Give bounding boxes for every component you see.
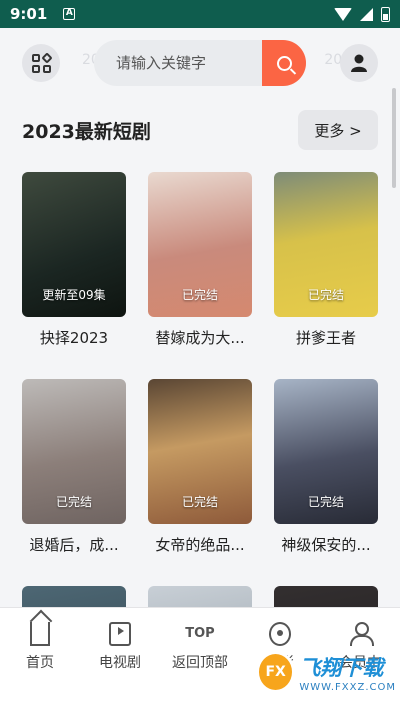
search-button[interactable] — [262, 40, 306, 86]
search-bar — [94, 40, 306, 86]
tab-home[interactable]: 首页 — [10, 622, 70, 672]
drama-title[interactable]: 替嫁成为大... — [148, 327, 252, 348]
category-grid-button[interactable] — [22, 44, 60, 82]
drama-card[interactable]: 已完结 女帝的绝品... — [148, 379, 252, 555]
drama-card[interactable]: 已完结 神级保安的... — [274, 379, 378, 555]
watermark: FX 飞翔下载 WWW.FXXZ.COM — [256, 640, 396, 704]
back-to-top-button[interactable]: TOP 返回顶部 — [170, 622, 230, 674]
profile-button[interactable] — [340, 44, 378, 82]
episode-status: 已完结 — [181, 288, 218, 302]
signal-icon — [360, 7, 373, 21]
tab-home-label: 首页 — [26, 655, 54, 671]
tab-tv[interactable]: 电视剧 — [90, 622, 150, 672]
notification-icon: A — [63, 8, 76, 20]
user-icon — [351, 54, 367, 72]
back-to-top-label: 返回顶部 — [172, 655, 228, 671]
search-input[interactable] — [94, 40, 262, 86]
drama-poster[interactable]: 已完结 — [274, 379, 378, 524]
status-time: 9:01 — [10, 5, 48, 23]
watermark-title: 飞翔下载 — [299, 655, 384, 680]
drama-title[interactable]: 退婚后，成... — [22, 534, 126, 555]
drama-poster[interactable]: 已完结 — [22, 379, 126, 524]
drama-card[interactable]: 已完结 退婚后，成... — [22, 379, 126, 555]
search-icon — [276, 55, 292, 71]
episode-status: 已完结 — [181, 495, 218, 509]
episode-status: 已完结 — [307, 495, 344, 509]
scroll-indicator[interactable] — [392, 88, 396, 188]
status-bar: 9:01 A — [0, 0, 400, 28]
episode-status: 更新至09集 — [42, 288, 106, 302]
tv-icon — [109, 622, 131, 646]
grid-icon — [31, 51, 53, 73]
top-icon: TOP — [185, 626, 215, 641]
drama-title[interactable]: 拼爹王者 — [274, 327, 378, 348]
watermark-url: WWW.FXXZ.COM — [299, 681, 396, 693]
drama-card[interactable]: 已完结 拼爹王者 — [274, 172, 378, 348]
drama-title[interactable]: 女帝的绝品... — [148, 534, 252, 555]
top-bar: 2023 2021 2019 2018 — [0, 28, 400, 100]
drama-title[interactable]: 抉择2023 — [22, 327, 126, 348]
section-header: 2023最新短剧 更多 > — [22, 110, 378, 150]
section-title: 2023最新短剧 — [22, 120, 151, 143]
drama-poster[interactable]: 已完结 — [148, 379, 252, 524]
drama-poster[interactable]: 更新至09集 — [22, 172, 126, 317]
episode-status: 已完结 — [307, 288, 344, 302]
watermark-logo-icon: FX — [256, 651, 296, 693]
more-button[interactable]: 更多 > — [298, 110, 378, 150]
drama-title[interactable]: 神级保安的... — [274, 534, 378, 555]
drama-poster[interactable]: 已完结 — [274, 172, 378, 317]
home-icon — [30, 622, 50, 646]
tab-tv-label: 电视剧 — [99, 655, 141, 671]
wifi-icon — [334, 7, 352, 21]
episode-status: 已完结 — [55, 495, 92, 509]
drama-card[interactable]: 更新至09集 抉择2023 — [22, 172, 126, 348]
drama-card[interactable]: 已完结 替嫁成为大... — [148, 172, 252, 348]
drama-poster[interactable]: 已完结 — [148, 172, 252, 317]
battery-icon — [381, 6, 390, 22]
